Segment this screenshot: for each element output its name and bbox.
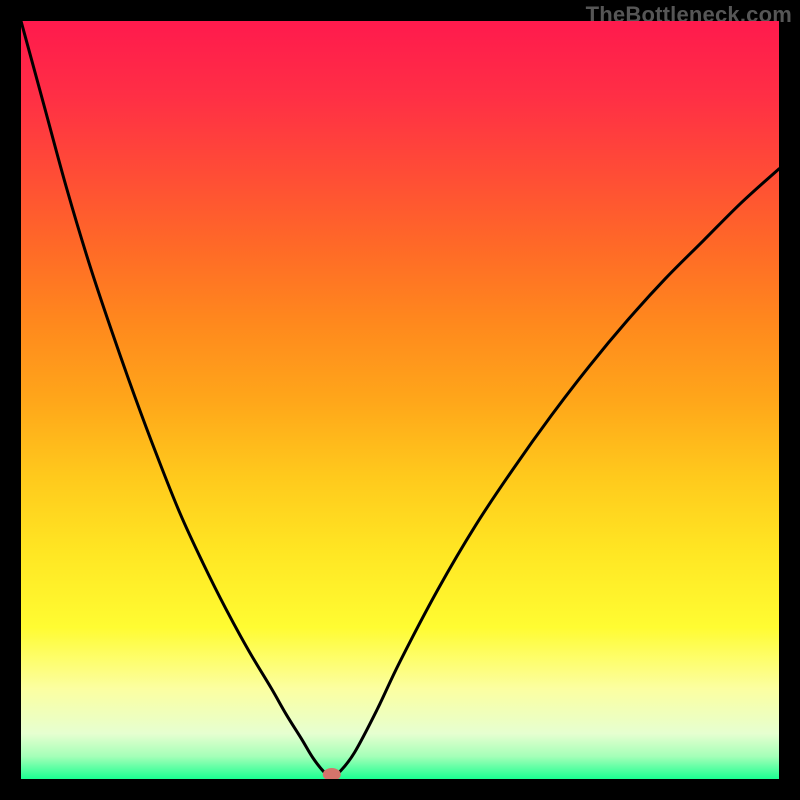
plot-area [21,21,779,779]
chart-frame: TheBottleneck.com [0,0,800,800]
plot-svg [21,21,779,779]
